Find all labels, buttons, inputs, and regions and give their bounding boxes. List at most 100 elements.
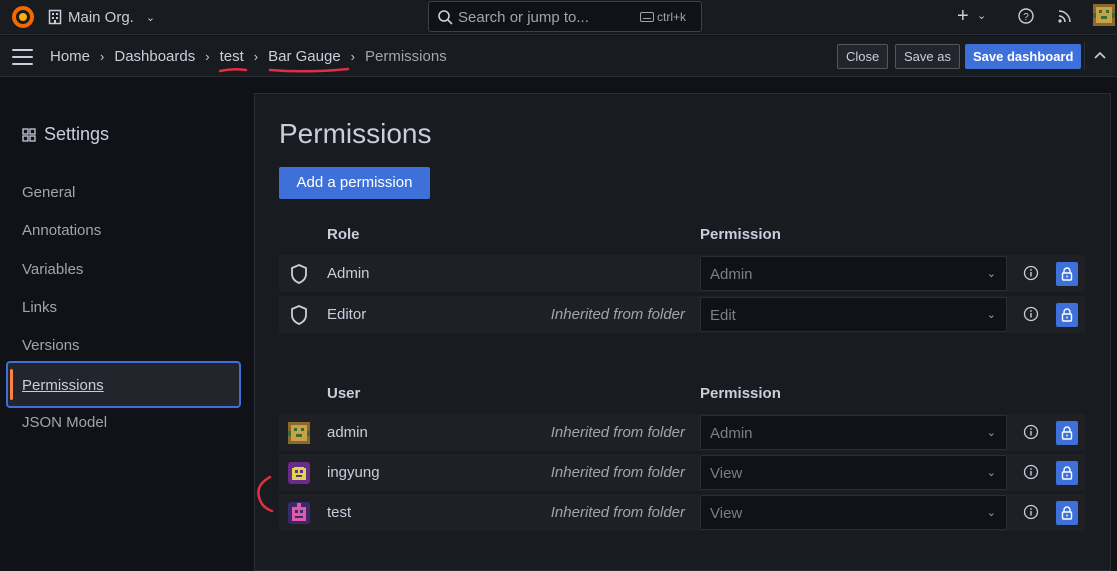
- breadcrumb-home[interactable]: Home: [50, 48, 90, 65]
- apps-icon: [22, 127, 36, 142]
- inherited-label: Inherited from folder: [550, 464, 685, 481]
- svg-text:?: ?: [1023, 12, 1029, 23]
- info-icon[interactable]: [1023, 265, 1039, 281]
- user-avatar-icon: [288, 462, 310, 484]
- role-column-header: Role: [327, 226, 360, 243]
- search-shortcut-text: ctrl+k: [657, 10, 687, 24]
- top-bar: Main Org. ⌄ Search or jump to... ctrl+k …: [0, 0, 1117, 35]
- user-avatar-icon[interactable]: [1093, 4, 1115, 26]
- user-column-header: User: [327, 385, 361, 402]
- chevron-down-icon: ⌄: [986, 507, 996, 519]
- role-name: Editor: [327, 306, 367, 323]
- table-row: admin Inherited from folder Admin ⌄: [279, 414, 1085, 451]
- shield-icon: [291, 264, 307, 284]
- annotation-underline: [218, 67, 248, 73]
- chevron-down-icon: ⌄: [986, 268, 996, 280]
- settings-item-versions[interactable]: Versions: [22, 337, 80, 354]
- chevron-right-icon: ›: [350, 49, 356, 64]
- info-icon[interactable]: [1023, 306, 1039, 322]
- annotation-underline: [268, 67, 350, 73]
- permission-select[interactable]: Admin ⌄: [700, 256, 1007, 291]
- lock-button[interactable]: [1056, 262, 1078, 286]
- annotation-mark: [257, 475, 274, 513]
- table-row: ingyung Inherited from folder View ⌄: [279, 454, 1085, 491]
- add-permission-button[interactable]: Add a permission: [279, 167, 430, 199]
- close-button[interactable]: Close: [837, 44, 889, 69]
- user-name: ingyung: [327, 464, 380, 481]
- search-icon: [438, 10, 453, 25]
- plus-icon[interactable]: +: [957, 5, 969, 28]
- table-row: Editor Inherited from folder Edit ⌄: [279, 296, 1085, 333]
- chevron-right-icon: ›: [100, 49, 105, 64]
- settings-item-variables[interactable]: Variables: [22, 261, 83, 278]
- chevron-right-icon: ›: [205, 49, 210, 64]
- help-icon[interactable]: ?: [1018, 8, 1034, 24]
- save-as-button[interactable]: Save as: [895, 44, 960, 69]
- search-placeholder: Search or jump to...: [458, 9, 589, 26]
- breadcrumb-folder[interactable]: test: [220, 48, 244, 65]
- divider: [1084, 42, 1085, 70]
- lock-button[interactable]: [1056, 461, 1078, 485]
- permission-value: Admin: [710, 425, 753, 442]
- breadcrumb-bar: Home › Dashboards › test › Bar Gauge › P…: [0, 36, 1117, 77]
- settings-item-links[interactable]: Links: [22, 299, 57, 316]
- info-icon[interactable]: [1023, 504, 1039, 520]
- user-avatar-icon: [288, 502, 310, 524]
- user-name: admin: [327, 424, 368, 441]
- permission-column-header: Permission: [700, 385, 781, 402]
- permission-select[interactable]: Edit ⌄: [700, 297, 1007, 332]
- breadcrumb-current: Permissions: [365, 48, 447, 65]
- chevron-up-icon[interactable]: [1093, 48, 1107, 62]
- lock-button[interactable]: [1056, 421, 1078, 445]
- lock-icon: [1061, 466, 1073, 480]
- chevron-down-icon: ⌄: [986, 309, 996, 321]
- permission-value: View: [710, 505, 743, 522]
- menu-icon[interactable]: [12, 49, 33, 65]
- inherited-label: Inherited from folder: [550, 306, 685, 323]
- org-switcher[interactable]: Main Org. ⌄: [48, 7, 155, 27]
- lock-icon: [1061, 267, 1073, 281]
- breadcrumb-dashboards[interactable]: Dashboards: [114, 48, 195, 65]
- permission-value: Admin: [710, 266, 753, 283]
- grafana-logo-icon[interactable]: [10, 4, 36, 30]
- inherited-label: Inherited from folder: [550, 424, 685, 441]
- role-name: Admin: [327, 265, 370, 282]
- permission-column-header: Permission: [700, 226, 781, 243]
- chevron-down-icon: ⌄: [145, 11, 156, 24]
- settings-title-text: Settings: [44, 124, 110, 144]
- chevron-down-icon[interactable]: ⌄: [977, 9, 986, 22]
- lock-icon: [1061, 308, 1073, 322]
- settings-item-json-model[interactable]: JSON Model: [22, 414, 107, 431]
- permission-select[interactable]: View ⌄: [700, 455, 1007, 490]
- table-row: Admin Admin ⌄: [279, 255, 1085, 292]
- keyboard-icon: [640, 12, 654, 22]
- lock-button[interactable]: [1056, 501, 1078, 525]
- lock-button[interactable]: [1056, 303, 1078, 327]
- inherited-label: Inherited from folder: [550, 504, 685, 521]
- settings-item-label: Permissions: [22, 377, 104, 394]
- breadcrumb: Home › Dashboards › test › Bar Gauge › P…: [50, 48, 447, 65]
- permission-select[interactable]: View ⌄: [700, 495, 1007, 530]
- user-avatar-icon: [288, 422, 310, 444]
- chevron-right-icon: ›: [253, 49, 259, 64]
- table-row: test Inherited from folder View ⌄: [279, 494, 1085, 531]
- permission-select[interactable]: Admin ⌄: [700, 415, 1007, 450]
- info-icon[interactable]: [1023, 464, 1039, 480]
- chevron-down-icon: ⌄: [986, 427, 996, 439]
- org-name: Main Org.: [68, 8, 134, 26]
- save-dashboard-button[interactable]: Save dashboard: [965, 44, 1082, 69]
- building-icon: [48, 9, 62, 25]
- settings-title: Settings: [22, 124, 109, 145]
- rss-icon[interactable]: [1058, 9, 1072, 23]
- settings-item-general[interactable]: General: [22, 184, 75, 201]
- settings-item-annotations[interactable]: Annotations: [22, 222, 101, 239]
- chevron-down-icon: ⌄: [986, 467, 996, 479]
- search-shortcut: ctrl+k: [640, 10, 686, 24]
- shield-icon: [291, 305, 307, 325]
- search-input[interactable]: Search or jump to... ctrl+k: [428, 1, 702, 32]
- breadcrumb-dashboard[interactable]: Bar Gauge: [268, 48, 341, 65]
- info-icon[interactable]: [1023, 424, 1039, 440]
- user-name: test: [327, 504, 352, 521]
- settings-item-permissions[interactable]: Permissions: [6, 361, 241, 408]
- active-indicator: [10, 369, 13, 400]
